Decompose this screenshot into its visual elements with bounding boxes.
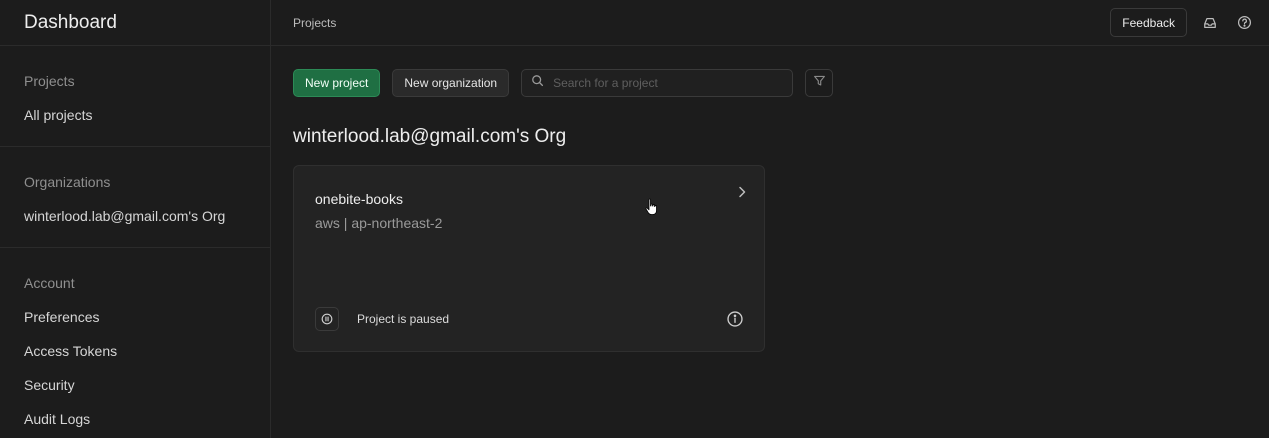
main-content: New project New organization Search for … — [271, 47, 1269, 438]
new-organization-button[interactable]: New organization — [392, 69, 510, 97]
feedback-button[interactable]: Feedback — [1110, 8, 1187, 37]
search-icon — [531, 74, 544, 92]
sidebar-section-projects: Projects All projects — [0, 46, 270, 147]
top-actions: Feedback — [1110, 8, 1255, 37]
topbar: Projects Feedback — [271, 0, 1269, 46]
app-title: Dashboard — [0, 0, 270, 46]
project-name: onebite-books — [315, 191, 403, 207]
filter-button[interactable] — [805, 69, 834, 97]
dashboard-app: Dashboard Projects All projects Organiza… — [0, 0, 1269, 438]
sidebar-heading-account: Account — [24, 275, 75, 291]
pause-icon — [315, 307, 339, 331]
sidebar-section-account: Account Preferences Access Tokens Securi… — [0, 248, 270, 438]
search-box — [521, 69, 794, 97]
projects-toolbar: New project New organization — [293, 69, 834, 97]
sidebar: Dashboard Projects All projects Organiza… — [0, 0, 271, 438]
project-status-text: Project is paused — [357, 312, 450, 326]
sidebar-heading-projects: Projects — [24, 73, 75, 89]
help-icon[interactable] — [1233, 12, 1255, 34]
info-icon[interactable] — [726, 310, 744, 328]
filter-icon — [813, 74, 826, 92]
project-card[interactable]: onebite-books aws | ap-northeast-2 Proje… — [293, 165, 765, 352]
sidebar-item-access-tokens[interactable]: Access Tokens — [0, 334, 270, 368]
org-title: winterlood.lab@gmail.com's Org — [293, 126, 567, 147]
sidebar-section-organizations: Organizations winterlood.lab@gmail.com's… — [0, 147, 270, 248]
inbox-icon[interactable] — [1199, 12, 1221, 34]
sidebar-item-all-projects[interactable]: All projects — [0, 98, 270, 132]
breadcrumb[interactable]: Projects — [293, 16, 336, 30]
sidebar-heading-organizations: Organizations — [24, 174, 111, 190]
sidebar-item-audit-logs[interactable]: Audit Logs — [0, 402, 270, 436]
project-region: aws | ap-northeast-2 — [315, 215, 443, 231]
project-status: Project is paused — [315, 307, 449, 331]
chevron-right-icon — [734, 184, 750, 200]
sidebar-item-org[interactable]: winterlood.lab@gmail.com's Org — [0, 199, 270, 233]
sidebar-item-preferences[interactable]: Preferences — [0, 300, 270, 334]
new-project-button[interactable]: New project — [293, 69, 381, 97]
sidebar-item-security[interactable]: Security — [0, 368, 270, 402]
search-input[interactable] — [551, 75, 786, 91]
